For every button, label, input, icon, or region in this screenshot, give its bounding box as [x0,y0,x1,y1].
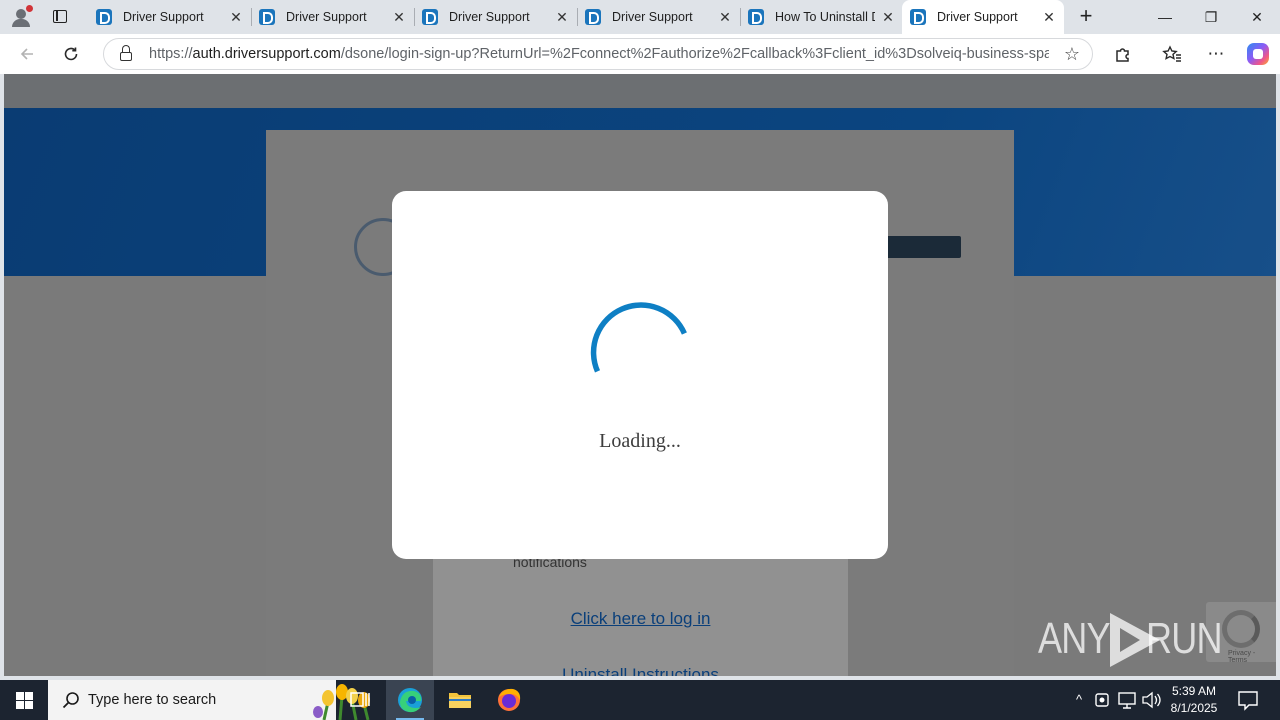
minimize-button[interactable]: — [1142,0,1188,34]
tab-title: How To Uninstall D [775,10,875,24]
network-icon[interactable] [1116,680,1138,720]
browser-tab[interactable]: Driver Support ✕ [88,0,252,34]
driversupport-favicon-icon [585,9,601,25]
search-placeholder: Type here to search [88,692,217,708]
browser-tab[interactable]: How To Uninstall D ✕ [740,0,903,34]
loading-text: Loading... [599,430,681,452]
tab-title: Driver Support [937,10,1018,24]
browser-toolbar: https://auth.driversupport.com/dsone/log… [0,34,1280,74]
loading-spinner-icon [590,302,687,373]
clock-date: 8/1/2025 [1170,701,1218,715]
tab-strip: Driver Support ✕ Driver Support ✕ Driver… [0,0,1280,34]
notification-center-icon[interactable] [1234,680,1262,720]
tab-close-icon[interactable]: ✕ [392,10,406,24]
edge-taskbar-icon[interactable] [386,680,434,720]
browser-tab[interactable]: Driver Support ✕ [577,0,741,34]
browser-tab[interactable]: Driver Support ✕ [251,0,415,34]
profile-icon[interactable] [8,4,34,30]
search-icon [62,692,79,709]
file-explorer-icon[interactable] [436,680,484,720]
window-close-button[interactable]: ✕ [1234,0,1280,34]
anyrun-watermark: ANY RUN [1038,608,1238,672]
tab-actions-icon[interactable] [48,6,72,28]
tab-title: Driver Support [286,10,367,24]
watermark-text: RUN [1146,614,1223,663]
tab-close-icon[interactable]: ✕ [881,10,895,24]
driversupport-favicon-icon [259,9,275,25]
page-header-dimmed [4,74,1276,108]
extensions-icon[interactable] [1111,42,1135,66]
driversupport-favicon-icon [422,9,438,25]
favorites-icon[interactable] [1160,42,1184,66]
back-button[interactable] [15,42,39,66]
address-bar[interactable]: https://auth.driversupport.com/dsone/log… [103,38,1093,70]
page-button-dimmed [881,236,961,258]
browser-tab-active[interactable]: Driver Support ✕ [902,0,1064,34]
browser-tab[interactable]: Driver Support ✕ [414,0,578,34]
lock-icon[interactable] [120,45,132,61]
windows-start-button[interactable] [0,680,48,720]
url-text[interactable]: https://auth.driversupport.com/dsone/log… [149,46,1049,62]
task-view-icon[interactable] [336,680,384,720]
tab-title: Driver Support [123,10,204,24]
arrow-left-icon [20,48,33,60]
watermark-text: ANY [1038,614,1111,663]
driversupport-favicon-icon [748,9,764,25]
tab-close-icon[interactable]: ✕ [718,10,732,24]
uninstall-instructions-link[interactable]: Uninstall Instructions [433,665,848,676]
firefox-icon[interactable] [485,680,533,720]
tab-close-icon[interactable]: ✕ [229,10,243,24]
tab-title: Driver Support [449,10,530,24]
tab-title: Driver Support [612,10,693,24]
ellipsis-menu-icon[interactable]: ⋯ [1204,42,1228,66]
clock-time: 5:39 AM [1171,684,1217,698]
restore-button[interactable]: ❐ [1188,0,1234,34]
windows-taskbar: Type here to search ^ 5:39 AM 8/1/2025 [0,680,1280,720]
login-link[interactable]: Click here to log in [433,609,848,629]
reload-button[interactable] [59,42,83,66]
tab-close-icon[interactable]: ✕ [555,10,569,24]
volume-icon[interactable] [1140,680,1162,720]
reload-icon [64,47,78,61]
loading-modal: Loading... [392,191,888,559]
taskbar-search-box[interactable]: Type here to search [48,680,370,720]
tab-close-icon[interactable]: ✕ [1042,10,1056,24]
meet-now-icon[interactable] [1092,680,1114,720]
page-form-dimmed: notifications Click here to log in Unins… [433,554,848,676]
driversupport-favicon-icon [96,9,112,25]
favorite-star-icon[interactable]: ☆ [1064,44,1080,65]
taskbar-clock[interactable]: 5:39 AM 8/1/2025 [1160,683,1228,717]
show-hidden-icons-chevron-icon[interactable]: ^ [1068,680,1090,720]
driversupport-favicon-icon [910,9,926,25]
new-tab-button[interactable]: + [1074,5,1098,28]
copilot-icon[interactable] [1247,43,1269,65]
